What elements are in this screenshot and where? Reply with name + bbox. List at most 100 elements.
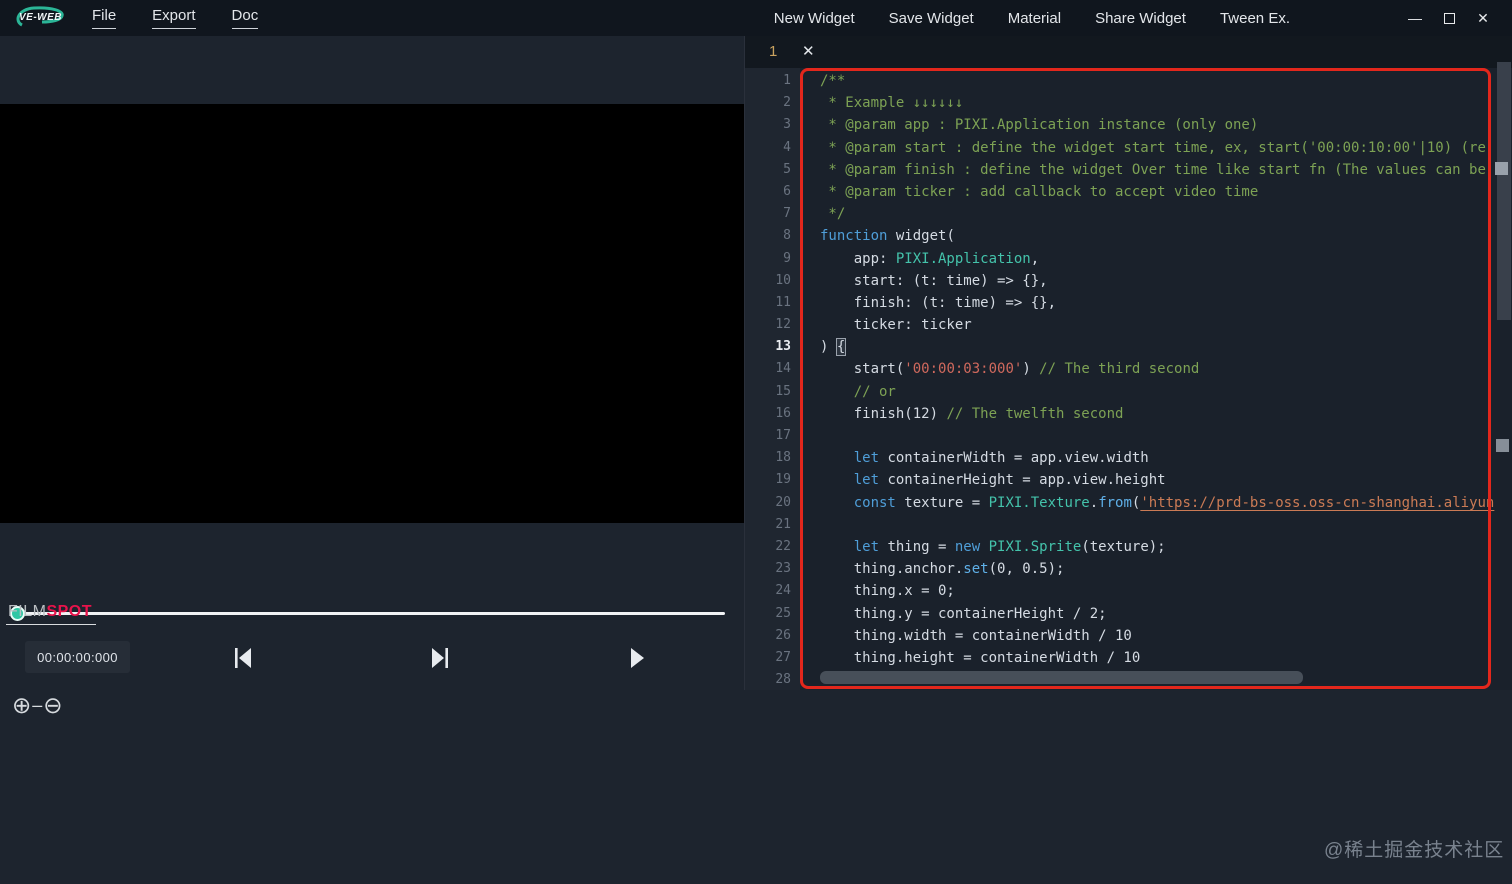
- menu-export[interactable]: Export: [152, 7, 196, 29]
- code-token: thing.width = containerWidth / 10: [820, 627, 1132, 644]
- code-line[interactable]: let containerHeight = app.view.height: [820, 469, 1512, 491]
- code-line[interactable]: let containerWidth = app.view.width: [820, 447, 1512, 469]
- code-line[interactable]: */: [820, 203, 1512, 225]
- code-line[interactable]: finish(12) // The twelfth second: [820, 403, 1512, 425]
- code-line[interactable]: start('00:00:03:000') // The third secon…: [820, 358, 1512, 380]
- code-line[interactable]: [820, 514, 1512, 536]
- code-line[interactable]: finish: (t: time) => {},: [820, 292, 1512, 314]
- timeline-slider-track[interactable]: [10, 612, 725, 615]
- code-line[interactable]: const texture = PIXI.Texture.from('https…: [820, 492, 1512, 514]
- code-line[interactable]: thing.height = containerWidth / 10: [820, 647, 1512, 669]
- code-line[interactable]: thing.x = 0;: [820, 580, 1512, 602]
- code-token: texture =: [895, 494, 989, 511]
- line-number: 22: [775, 538, 791, 554]
- skip-to-start-button[interactable]: [230, 645, 258, 671]
- line-number: 28: [775, 672, 791, 688]
- code-line[interactable]: thing.y = containerHeight / 2;: [820, 603, 1512, 625]
- code-token: containerWidth = app.view.width: [879, 450, 1149, 467]
- filmspot-watermark: FILMSPOT: [6, 603, 97, 625]
- menu-doc[interactable]: Doc: [231, 7, 259, 29]
- zoom-in-icon[interactable]: ⊕: [12, 690, 31, 720]
- line-number-gutter: 1 2 3 4 5 6 7 8 9 10 11 12 13 14 15 16 17 18 19 20 21 22 23 24 2…: [745, 68, 800, 690]
- line-number: 18: [775, 450, 791, 466]
- code-token: ): [1022, 361, 1040, 378]
- code-line[interactable]: start: (t: time) => {},: [820, 270, 1512, 292]
- line-number: 23: [775, 561, 791, 577]
- code-line[interactable]: * @param ticker : add callback to accept…: [820, 181, 1512, 203]
- right-menu: New Widget Save Widget Material Share Wi…: [774, 10, 1290, 27]
- annotation-handle-bottom: [1496, 439, 1509, 452]
- code-token: start: (t: time) => {},: [820, 272, 1048, 289]
- code-token: thing.height = containerWidth / 10: [820, 649, 1141, 666]
- code-token: // The twelfth second: [946, 405, 1124, 422]
- code-token: finish: (t: time) => {},: [820, 294, 1057, 311]
- code-token: (texture);: [1081, 538, 1166, 555]
- code-content[interactable]: /** * Example ↓↓↓↓↓↓ * @param app : PIXI…: [800, 68, 1512, 690]
- menu-file[interactable]: File: [92, 7, 117, 29]
- code-line[interactable]: thing.anchor.set(0, 0.5);: [820, 558, 1512, 580]
- line-number: 9: [783, 250, 791, 266]
- window-controls: — ✕: [1398, 3, 1500, 33]
- code-token: * @param start : define the widget start…: [820, 139, 1486, 156]
- code-token: from: [1098, 494, 1132, 511]
- code-token: app:: [820, 250, 896, 267]
- code-editor[interactable]: 1 2 3 4 5 6 7 8 9 10 11 12 13 14 15 16 17 18 19 20 21 22 23 24 2…: [745, 68, 1512, 690]
- code-token: thing.anchor.: [820, 561, 964, 578]
- skip-start-icon: [235, 648, 251, 668]
- menu-material[interactable]: Material: [1008, 10, 1061, 27]
- line-number: 6: [783, 183, 791, 199]
- code-token: new: [954, 538, 981, 555]
- code-line[interactable]: // or: [820, 381, 1512, 403]
- code-line[interactable]: ) {: [820, 336, 1512, 358]
- horizontal-scrollbar-thumb[interactable]: [820, 671, 1303, 684]
- annotation-handle-top: [1495, 162, 1508, 175]
- code-line[interactable]: app: PIXI.Application,: [820, 248, 1512, 270]
- line-number: 12: [775, 317, 791, 333]
- code-token: .: [1089, 494, 1099, 511]
- code-line[interactable]: ticker: ticker: [820, 314, 1512, 336]
- code-line[interactable]: * Example ↓↓↓↓↓↓: [820, 92, 1512, 114]
- menu-save-widget[interactable]: Save Widget: [889, 10, 974, 27]
- editor-tab-1[interactable]: 1: [769, 43, 777, 60]
- line-number: 16: [775, 405, 791, 421]
- code-line[interactable]: [820, 425, 1512, 447]
- vertical-scrollbar-thumb[interactable]: [1497, 62, 1511, 320]
- logo-text: VE-WEB: [19, 12, 62, 23]
- skip-to-end-button[interactable]: [425, 645, 453, 671]
- code-line[interactable]: * @param app : PIXI.Application instance…: [820, 114, 1512, 136]
- code-token: set: [963, 561, 989, 578]
- code-line[interactable]: /**: [820, 70, 1512, 92]
- play-button[interactable]: [623, 645, 651, 671]
- code-line[interactable]: * @param finish : define the widget Over…: [820, 159, 1512, 181]
- code-token: function: [820, 228, 888, 245]
- code-token: ticker: ticker: [820, 317, 972, 334]
- code-token: ): [820, 339, 837, 356]
- code-token: let: [853, 538, 880, 555]
- maximize-icon[interactable]: [1432, 3, 1466, 33]
- code-line[interactable]: * @param start : define the widget start…: [820, 137, 1512, 159]
- menu-new-widget[interactable]: New Widget: [774, 10, 855, 27]
- line-number: 1: [783, 73, 791, 88]
- minimize-icon[interactable]: —: [1398, 3, 1432, 33]
- code-token: * Example ↓↓↓↓↓↓: [820, 95, 964, 112]
- tab-close-icon[interactable]: ✕: [802, 42, 815, 60]
- timecode-display[interactable]: 00:00:00:000: [25, 641, 130, 673]
- zoom-out-icon[interactable]: ⊖: [43, 690, 62, 720]
- menu-tween-ex[interactable]: Tween Ex.: [1220, 10, 1290, 27]
- code-token: * @param finish : define the widget Over…: [820, 161, 1486, 178]
- close-icon[interactable]: ✕: [1466, 3, 1500, 33]
- zoom-controls: ⊕ – ⊖: [12, 690, 63, 720]
- menu-share-widget[interactable]: Share Widget: [1095, 10, 1186, 27]
- code-line[interactable]: thing.width = containerWidth / 10: [820, 625, 1512, 647]
- code-line[interactable]: let thing = new PIXI.Sprite(texture);: [820, 536, 1512, 558]
- line-number: 2: [783, 95, 791, 111]
- line-number: 10: [775, 272, 791, 288]
- code-line[interactable]: function widget(: [820, 225, 1512, 247]
- zoom-separator: –: [32, 695, 43, 715]
- code-token: widget(: [887, 228, 955, 245]
- code-token: PIXI.Application: [895, 250, 1031, 267]
- line-number: 4: [783, 139, 791, 155]
- line-number: 8: [783, 228, 791, 244]
- line-number: 26: [775, 627, 791, 643]
